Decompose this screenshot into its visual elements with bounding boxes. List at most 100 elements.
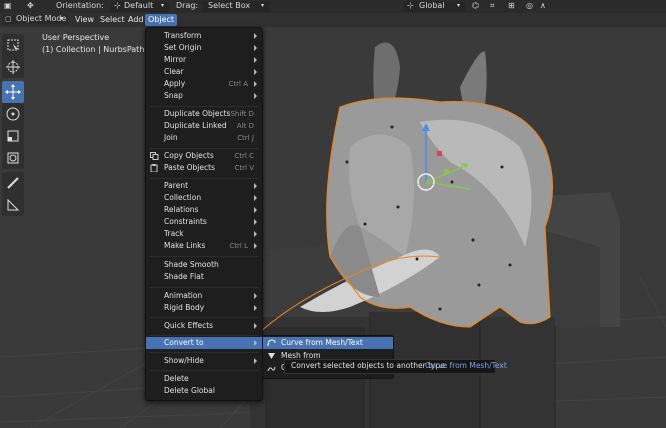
tooltip-text: Convert selected objects to another type… <box>291 361 448 370</box>
menu-item-collection[interactable]: Collection <box>146 192 262 204</box>
annotate-icon[interactable] <box>2 172 24 194</box>
menu-item-set-origin[interactable]: Set Origin <box>146 42 262 54</box>
tooltip: Convert selected objects to another type… <box>284 359 507 374</box>
rotate-icon[interactable] <box>2 103 24 125</box>
menu-item-transform[interactable]: Transform <box>146 30 262 42</box>
menu-separator <box>150 317 258 318</box>
menu-object[interactable]: Object <box>145 14 178 26</box>
menu-add[interactable]: Add <box>125 14 147 26</box>
chevron-down-icon: ▾ <box>161 2 165 9</box>
menu-separator <box>150 106 258 107</box>
menu-view[interactable]: View <box>72 14 97 26</box>
snap-target-icon[interactable]: ⊞ <box>508 1 515 11</box>
chevron-down-icon: ▾ <box>60 15 64 22</box>
falloff-icon[interactable]: ∧ <box>540 1 546 11</box>
chevron-right-icon <box>254 293 257 299</box>
menu-separator <box>150 178 258 179</box>
chevron-right-icon <box>254 231 257 237</box>
transform-orientation-dropdown[interactable]: ⊹ Global ▾ <box>404 1 466 12</box>
menu-item-show-hide[interactable]: Show/Hide <box>146 355 262 367</box>
menu-item-paste-objects[interactable]: Paste Objects Ctrl V <box>146 162 262 174</box>
menu-item-mirror[interactable]: Mirror <box>146 54 262 66</box>
menu-separator <box>150 148 258 149</box>
menu-item-snap[interactable]: Snap <box>146 90 262 102</box>
menu-item-shade-flat[interactable]: Shade Flat <box>146 271 262 283</box>
menu-item-duplicate-objects[interactable]: Duplicate Objects Shift D <box>146 108 262 120</box>
menu-item-delete[interactable]: Delete <box>146 373 262 385</box>
copy-icon <box>150 152 159 160</box>
menu-item-apply[interactable]: Apply Ctrl A <box>146 78 262 90</box>
chevron-right-icon <box>254 81 257 87</box>
menu-item-shade-smooth[interactable]: Shade Smooth <box>146 259 262 271</box>
menu-item-delete-global[interactable]: Delete Global <box>146 385 262 397</box>
menu-item-constraints[interactable]: Constraints <box>146 216 262 228</box>
select-mode-icon[interactable]: ▣ <box>4 1 12 11</box>
chevron-right-icon <box>254 195 257 201</box>
chevron-right-icon <box>254 219 257 225</box>
tooltip-value: Curve from Mesh/Text <box>425 361 507 370</box>
chevron-right-icon <box>254 45 257 51</box>
menu-item-copy-objects[interactable]: Copy Objects Ctrl C <box>146 150 262 162</box>
chevron-right-icon <box>254 358 257 364</box>
viewport-title: User Perspective <box>42 33 110 42</box>
menu-item-animation[interactable]: Animation <box>146 290 262 302</box>
drag-dropdown[interactable]: Select Box ▾ <box>203 1 269 12</box>
mesh-icon <box>267 352 276 360</box>
object-menu: Transform Set Origin Mirror Clear Apply C… <box>145 27 263 401</box>
drag-label: Drag: <box>176 1 199 10</box>
chevron-right-icon <box>254 93 257 99</box>
proportional-edit-icon[interactable]: ◎ <box>526 1 533 11</box>
chevron-down-icon: ▾ <box>457 2 461 9</box>
mode-dropdown[interactable]: ▢ Object Mode ▾ <box>2 14 68 25</box>
menu-item-quick-effects[interactable]: Quick Effects <box>146 320 262 332</box>
menu-item-relations[interactable]: Relations <box>146 204 262 216</box>
chevron-right-icon <box>254 33 257 39</box>
menu-separator <box>150 256 258 257</box>
chevron-right-icon <box>254 57 257 63</box>
transform-orientation-value: Global <box>419 1 445 10</box>
mode-value: Object Mode <box>16 14 67 23</box>
chevron-right-icon <box>254 243 257 249</box>
chevron-right-icon <box>254 305 257 311</box>
menu-select[interactable]: Select <box>97 14 128 26</box>
chevron-down-icon: ▾ <box>261 2 265 9</box>
snap-icon[interactable]: ⌗ <box>490 1 495 11</box>
menu-item-make-links[interactable]: Make Links Ctrl L <box>146 240 262 252</box>
cursor-icon[interactable] <box>2 56 24 78</box>
menu-item-convert-to[interactable]: Convert to <box>146 337 262 349</box>
orientation-dropdown[interactable]: ⊹ Default ▾ <box>110 1 170 12</box>
menu-separator <box>150 287 258 288</box>
transform-pivot-icon[interactable]: ✥ <box>27 1 34 11</box>
menu-separator <box>150 352 258 353</box>
grease-pencil-icon <box>267 365 276 373</box>
pivot-icon[interactable]: ⌬ <box>472 1 479 11</box>
chevron-right-icon <box>254 69 257 75</box>
chevron-right-icon <box>254 183 257 189</box>
menu-item-duplicate-linked[interactable]: Duplicate Linked Alt D <box>146 120 262 132</box>
transform-icon[interactable] <box>2 147 24 169</box>
menu-separator <box>150 370 258 371</box>
menu-item-parent[interactable]: Parent <box>146 180 262 192</box>
chevron-right-icon <box>254 340 257 346</box>
object-mode-icon: ▢ <box>5 15 12 23</box>
scale-icon[interactable] <box>2 125 24 147</box>
orientation-label: Orientation: <box>56 1 104 10</box>
menu-item-track[interactable]: Track <box>146 228 262 240</box>
drag-value: Select Box <box>208 1 251 10</box>
menu-separator <box>150 335 258 336</box>
menu-item-join[interactable]: Join Ctrl J <box>146 132 262 144</box>
chevron-right-icon <box>254 207 257 213</box>
measure-icon[interactable] <box>2 194 24 216</box>
submenu-item-curve-from-mesh[interactable]: Curve from Mesh/Text <box>263 337 393 349</box>
select-box-icon[interactable] <box>2 34 24 56</box>
curve-icon <box>267 339 276 347</box>
orientation-icon: ⊹ <box>114 1 121 10</box>
chevron-right-icon <box>254 323 257 329</box>
move-icon[interactable] <box>2 81 24 103</box>
top-tool-settings-bar: ▣ ✥ Orientation: ⊹ Default ▾ Drag: Selec… <box>0 0 666 13</box>
orientation-value: Default <box>124 1 154 10</box>
menu-item-rigid-body[interactable]: Rigid Body <box>146 302 262 314</box>
axes-icon: ⊹ <box>407 1 414 10</box>
paste-icon <box>150 164 159 173</box>
menu-item-clear[interactable]: Clear <box>146 66 262 78</box>
